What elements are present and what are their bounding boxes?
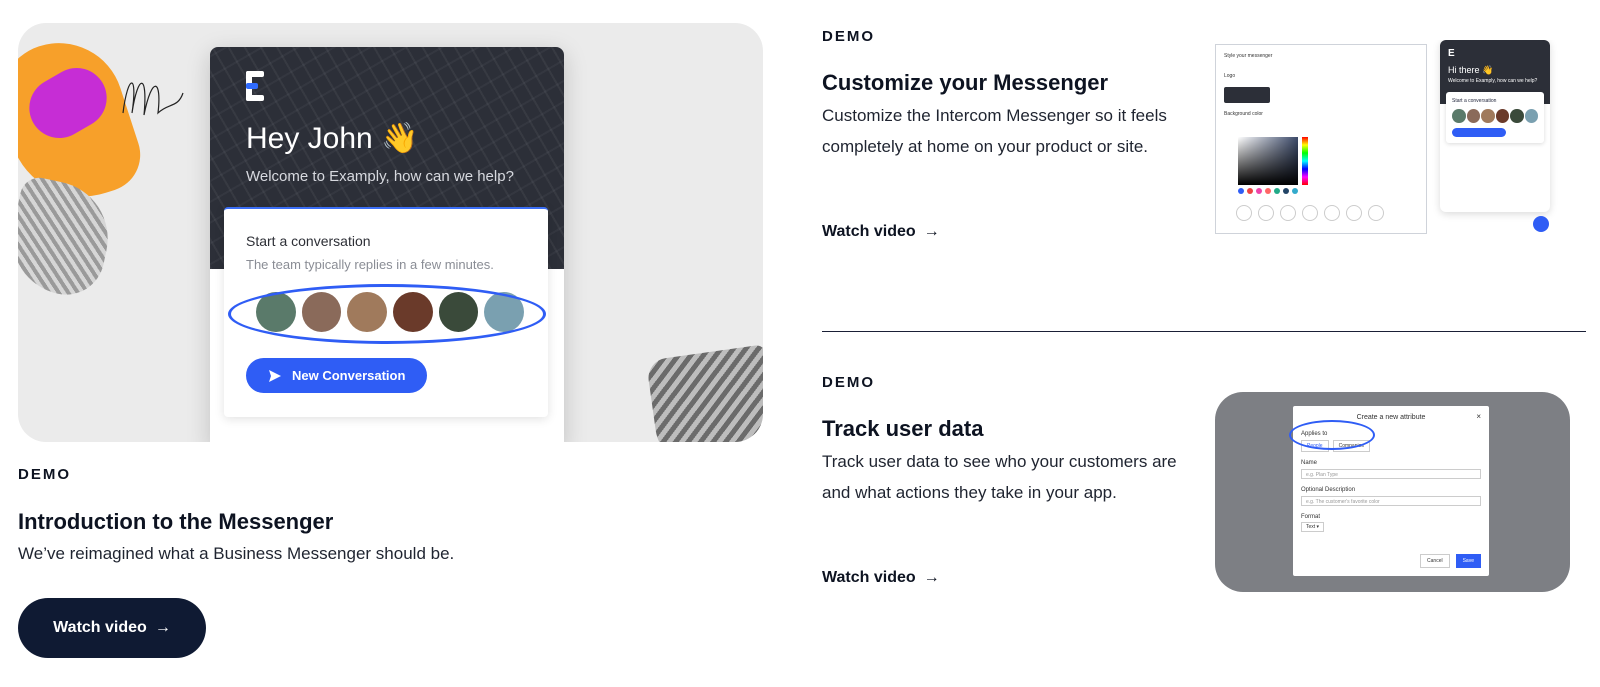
demo-tag: DEMO (18, 466, 71, 483)
description-field: e.g. The customer's favorite color (1301, 496, 1481, 506)
mini-avatars (1452, 109, 1538, 123)
mini-card-title: Start a conversation (1452, 98, 1497, 104)
watch-video-label: Watch video (822, 569, 916, 586)
cancel-button: Cancel (1420, 554, 1450, 568)
highlight-circle (228, 284, 546, 344)
arrow-right-icon: → (923, 569, 940, 586)
panel-title: Style your messenger (1224, 53, 1273, 59)
hue-slider (1302, 137, 1308, 185)
scribble-decoration (122, 82, 184, 116)
name-label: Name (1301, 460, 1318, 466)
messenger-widget: Hey John 👋 Welcome to Examply, how can w… (210, 47, 564, 442)
format-label: Format (1301, 514, 1321, 520)
feature-description: Track user data to see who your customer… (822, 452, 1177, 502)
demo-tag: DEMO (822, 374, 875, 391)
close-icon: × (1476, 412, 1481, 421)
mini-subtitle: Welcome to Examply, how can we help? (1448, 78, 1538, 84)
color-swatches (1238, 188, 1298, 194)
divider (822, 331, 1586, 332)
watch-video-link[interactable]: Watch video → (822, 223, 940, 241)
description-label: Optional Description (1301, 487, 1356, 493)
examply-logo-icon (246, 71, 264, 101)
modal-actions: Cancel Save (1420, 554, 1481, 568)
mini-messenger: E Hi there 👋 Welcome to Examply, how can… (1440, 40, 1550, 212)
wallpaper-options (1236, 205, 1384, 221)
logo-preview (1224, 87, 1270, 103)
arrow-right-icon: → (154, 619, 171, 636)
new-conversation-button: New Conversation (246, 358, 428, 393)
color-picker (1238, 137, 1298, 185)
feature-description: We’ve reimagined what a Business Messeng… (18, 544, 455, 563)
style-panel: Style your messenger Logo Background col… (1215, 44, 1427, 234)
highlight-circle (1289, 420, 1375, 450)
watch-video-button[interactable]: Watch video → (18, 598, 206, 658)
team-avatars (228, 284, 546, 344)
mini-new-conversation-button (1452, 128, 1506, 137)
demo-tag: DEMO (822, 28, 875, 45)
name-field: e.g. Plan Type (1301, 469, 1481, 479)
logo-label: Logo (1224, 73, 1236, 79)
conversation-card-subtitle: The team typically replies in a few minu… (246, 257, 494, 272)
feature-description: Customize the Intercom Messenger so it f… (822, 106, 1167, 156)
conversation-card-title: Start a conversation (246, 233, 371, 249)
feature-title: Customize your Messenger (822, 70, 1109, 95)
new-conversation-label: New Conversation (292, 368, 406, 383)
paper-sculpture-decoration (645, 344, 763, 442)
customize-messenger-preview: Style your messenger Logo Background col… (1215, 40, 1560, 238)
watch-video-label: Watch video (822, 223, 916, 240)
arrow-right-icon: → (923, 223, 940, 240)
messenger-subtitle: Welcome to Examply, how can we help? (246, 168, 514, 185)
mini-conversation-card: Start a conversation (1446, 92, 1544, 143)
messenger-hero-image: Hey John 👋 Welcome to Examply, how can w… (18, 23, 763, 442)
feature-title: Introduction to the Messenger (18, 509, 334, 534)
conversation-card: Start a conversation The team typically … (224, 207, 548, 417)
page: Hey John 👋 Welcome to Examply, how can w… (0, 0, 1600, 687)
feature-title: Track user data (822, 416, 984, 441)
send-icon (269, 369, 281, 382)
messenger-launcher-icon (1533, 216, 1549, 232)
watch-video-link[interactable]: Watch video → (822, 569, 940, 587)
save-button: Save (1455, 554, 1481, 568)
mini-greeting: Hi there 👋 (1448, 65, 1494, 75)
format-select: Text ▾ (1301, 522, 1325, 532)
messenger-greeting: Hey John 👋 (246, 122, 419, 155)
watch-video-label: Watch video (53, 619, 147, 636)
track-user-data-preview: Create a new attribute × Applies to Peop… (1215, 392, 1570, 592)
background-color-label: Background color (1224, 111, 1263, 117)
